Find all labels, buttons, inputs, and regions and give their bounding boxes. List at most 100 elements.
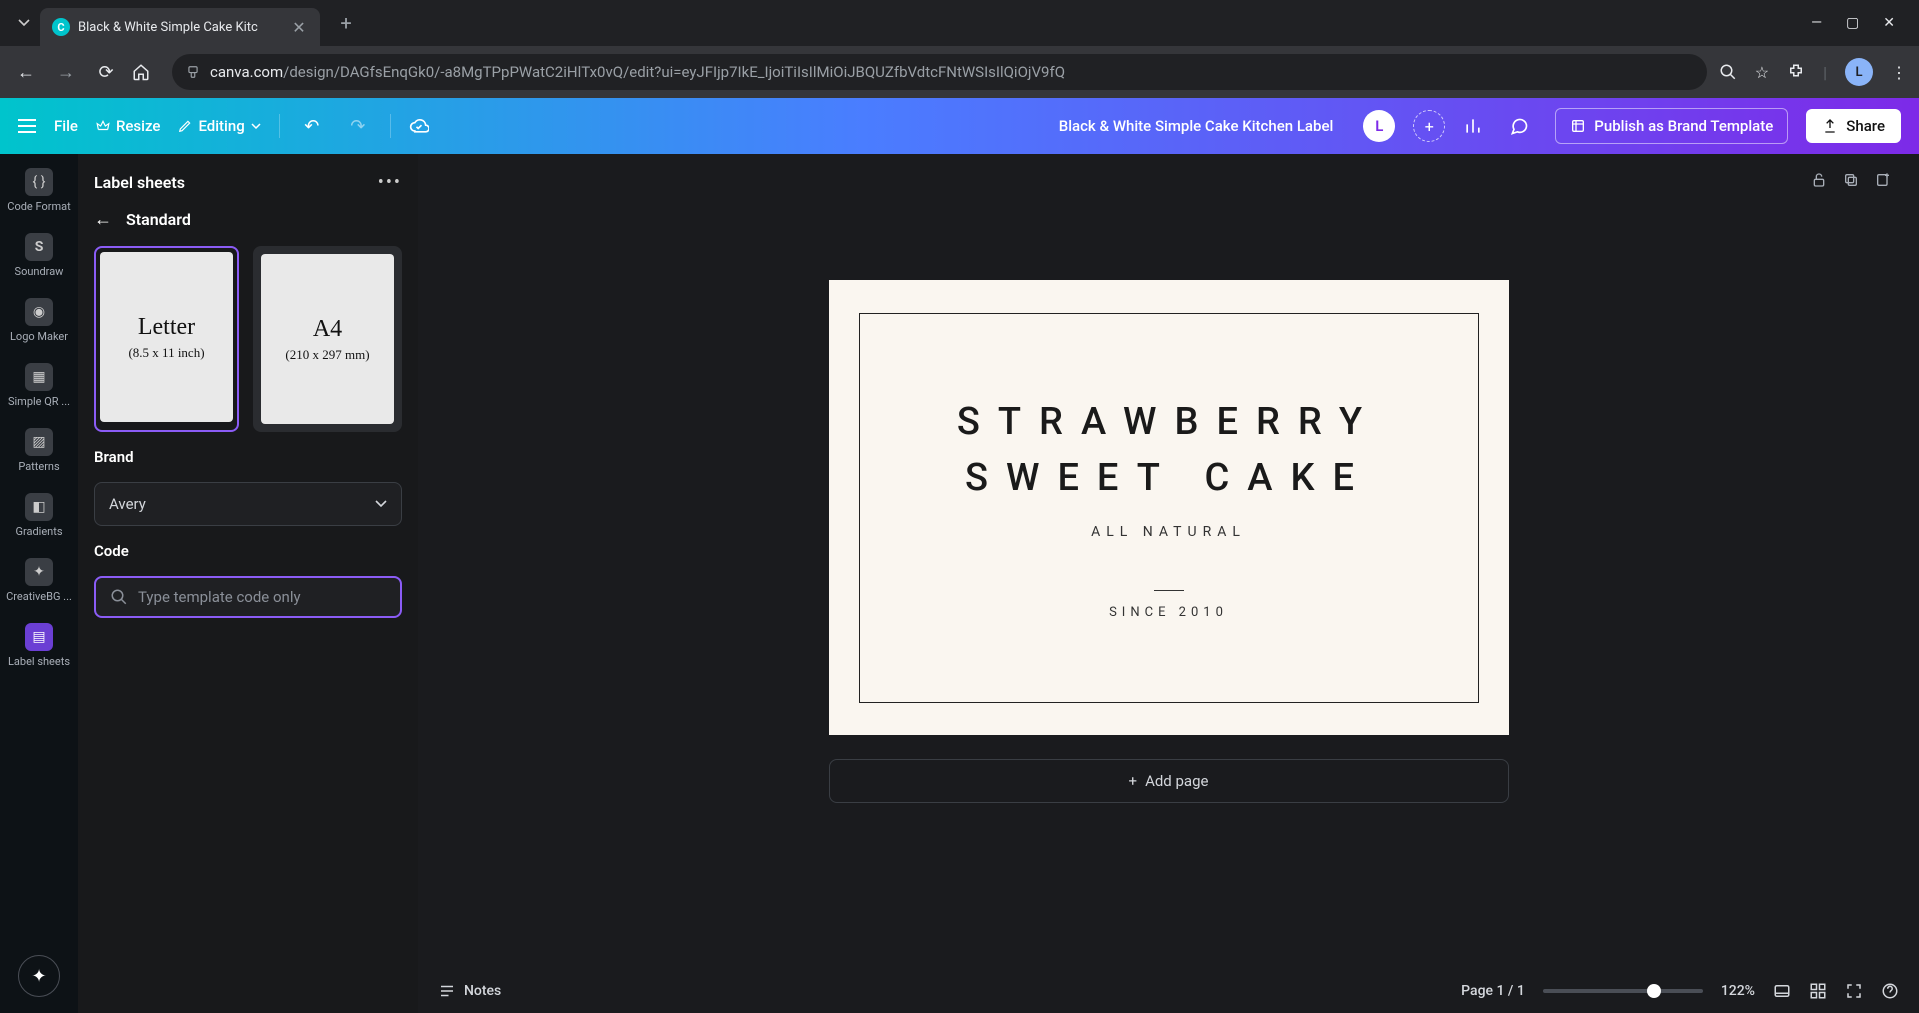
zoom-thumb[interactable] <box>1647 984 1661 998</box>
analytics-icon[interactable] <box>1463 116 1491 136</box>
code-input[interactable] <box>138 588 386 606</box>
rail-code-format[interactable]: { } Code Format <box>0 164 78 217</box>
left-rail: { } Code Format S Soundraw ◉ Logo Maker … <box>0 154 78 1013</box>
home-button[interactable] <box>132 63 160 81</box>
panel-subtitle: Standard <box>126 210 191 229</box>
minimize-icon[interactable]: — <box>1811 15 1822 31</box>
upload-icon <box>1822 118 1838 134</box>
magic-button[interactable]: ✦ <box>18 955 60 997</box>
canvas-viewport[interactable]: STRAWBERRY SWEET CAKE ALL NATURAL SINCE … <box>418 154 1919 969</box>
label-frame[interactable]: STRAWBERRY SWEET CAKE ALL NATURAL SINCE … <box>859 313 1479 703</box>
tab-title: Black & White Simple Cake Kitc <box>78 20 282 35</box>
page-indicator[interactable]: Page 1 / 1 <box>1461 983 1525 999</box>
label-subtitle[interactable]: ALL NATURAL <box>1091 524 1246 540</box>
comment-icon[interactable] <box>1509 116 1537 136</box>
browser-tab[interactable]: C Black & White Simple Cake Kitc ✕ <box>40 8 320 46</box>
brand-dropdown[interactable]: Avery <box>94 482 402 526</box>
design-page[interactable]: STRAWBERRY SWEET CAKE ALL NATURAL SINCE … <box>829 280 1509 735</box>
lock-icon[interactable] <box>1811 172 1827 188</box>
notes-icon <box>438 982 456 1000</box>
maximize-icon[interactable]: ▢ <box>1846 15 1859 31</box>
file-menu[interactable]: File <box>54 117 78 135</box>
rail-label-sheets[interactable]: ▤ Label sheets <box>0 619 78 672</box>
help-icon[interactable] <box>1881 982 1899 1000</box>
paper-option-a4[interactable]: A4 (210 x 297 mm) <box>253 246 402 432</box>
tab-search-dropdown[interactable] <box>8 7 40 39</box>
chevron-down-icon <box>375 500 387 508</box>
share-button[interactable]: Share <box>1806 109 1901 143</box>
redo-button[interactable]: ↷ <box>344 116 372 137</box>
bottom-right-controls: Page 1 / 1 122% <box>1461 982 1899 1000</box>
panel-title: Label sheets <box>94 173 185 192</box>
addr-bar-actions: ☆ | L ⋮ <box>1719 58 1907 86</box>
canvas-toolbar <box>1811 172 1891 188</box>
add-collaborator-button[interactable]: + <box>1413 110 1445 142</box>
label-divider[interactable] <box>1154 590 1184 591</box>
panel-header: Label sheets ••• <box>94 172 402 193</box>
tab-bar: C Black & White Simple Cake Kitc ✕ + — ▢… <box>0 0 1919 46</box>
gradients-icon: ◧ <box>25 493 53 521</box>
search-icon <box>110 588 128 606</box>
zoom-value[interactable]: 122% <box>1721 983 1755 999</box>
add-page-button[interactable]: + Add page <box>829 759 1509 803</box>
canva-favicon: C <box>52 18 70 36</box>
side-panel: Label sheets ••• ← Standard Letter (8.5 … <box>78 154 418 1013</box>
fullscreen-icon[interactable] <box>1845 982 1863 1000</box>
bookmark-icon[interactable]: ☆ <box>1755 63 1769 82</box>
resize-button[interactable]: Resize <box>96 117 160 135</box>
document-title[interactable]: Black & White Simple Cake Kitchen Label <box>1059 117 1334 135</box>
canvas-area: STRAWBERRY SWEET CAKE ALL NATURAL SINCE … <box>418 154 1919 1013</box>
more-icon[interactable]: ••• <box>378 172 402 193</box>
canva-top-bar: File Resize Editing ↶ ↷ Black & White Si… <box>0 98 1919 154</box>
reload-button[interactable]: ⟳ <box>92 62 120 83</box>
paper-size-options: Letter (8.5 x 11 inch) A4 (210 x 297 mm) <box>94 246 402 432</box>
rail-soundraw[interactable]: S Soundraw <box>0 229 78 282</box>
template-icon <box>1570 118 1586 134</box>
rail-gradients[interactable]: ◧ Gradients <box>0 489 78 542</box>
zoom-slider[interactable] <box>1543 989 1703 993</box>
patterns-icon: ▨ <box>25 428 53 456</box>
code-icon: { } <box>25 168 53 196</box>
logo-icon: ◉ <box>25 298 53 326</box>
extensions-icon[interactable] <box>1787 63 1805 81</box>
user-avatar[interactable]: L <box>1363 110 1395 142</box>
forward-button[interactable]: → <box>52 62 80 83</box>
url-input[interactable]: canva.com/design/DAGfsEnqGk0/-a8MgTPpPWa… <box>172 54 1707 90</box>
sparkle-icon: ✦ <box>25 558 53 586</box>
editing-dropdown[interactable]: Editing <box>178 117 260 135</box>
new-page-icon[interactable] <box>1875 172 1891 188</box>
paper-option-letter[interactable]: Letter (8.5 x 11 inch) <box>94 246 239 432</box>
pencil-icon <box>178 119 192 133</box>
new-tab-button[interactable]: + <box>332 9 360 37</box>
back-button[interactable]: ← <box>12 62 40 83</box>
duplicate-icon[interactable] <box>1843 172 1859 188</box>
site-info-icon[interactable] <box>186 65 200 79</box>
undo-button[interactable]: ↶ <box>298 116 326 137</box>
rail-logo-maker[interactable]: ◉ Logo Maker <box>0 294 78 347</box>
brand-label: Brand <box>94 448 402 466</box>
crown-icon <box>96 119 110 133</box>
label-title[interactable]: STRAWBERRY SWEET CAKE <box>957 395 1380 505</box>
code-input-wrapper[interactable] <box>94 576 402 618</box>
soundraw-icon: S <box>25 233 53 261</box>
close-window-icon[interactable]: ✕ <box>1883 15 1895 31</box>
rail-creativebg[interactable]: ✦ CreativeBG ... <box>0 554 78 607</box>
grid-view-icon[interactable] <box>1809 982 1827 1000</box>
notes-button[interactable]: Notes <box>438 982 501 1000</box>
chevron-down-icon <box>251 123 261 129</box>
browser-menu-icon[interactable]: ⋮ <box>1891 63 1907 82</box>
window-controls: — ▢ ✕ <box>1811 15 1911 31</box>
close-icon[interactable]: ✕ <box>290 18 308 37</box>
plus-icon: + <box>1129 772 1138 790</box>
zoom-icon[interactable] <box>1719 63 1737 81</box>
profile-avatar[interactable]: L <box>1845 58 1873 86</box>
rail-simple-qr[interactable]: ▦ Simple QR ... <box>0 359 78 412</box>
page-view-icon[interactable] <box>1773 982 1791 1000</box>
publish-brand-template-button[interactable]: Publish as Brand Template <box>1555 108 1788 144</box>
cloud-sync-icon[interactable] <box>409 116 437 136</box>
back-icon[interactable]: ← <box>94 209 112 230</box>
menu-icon[interactable] <box>18 119 36 133</box>
label-since[interactable]: SINCE 2010 <box>1109 605 1228 620</box>
rail-patterns[interactable]: ▨ Patterns <box>0 424 78 477</box>
browser-chrome: C Black & White Simple Cake Kitc ✕ + — ▢… <box>0 0 1919 98</box>
